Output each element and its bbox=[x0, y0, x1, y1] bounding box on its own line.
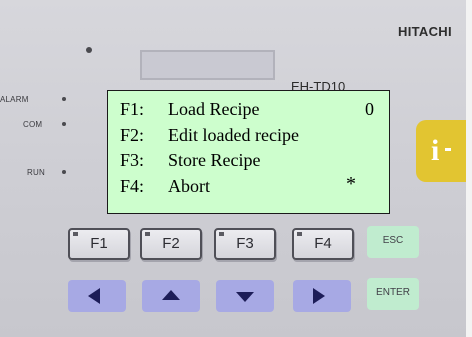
esc-button[interactable]: ESC bbox=[367, 226, 419, 258]
left-arrow-button[interactable] bbox=[68, 280, 126, 312]
f3-button[interactable]: F3 bbox=[214, 228, 276, 260]
info-led-icon bbox=[445, 148, 451, 151]
f4-button[interactable]: F4 bbox=[292, 228, 354, 260]
left-arrow-icon bbox=[88, 288, 100, 304]
esc-label: ESC bbox=[382, 235, 404, 246]
menu-key-label: F1: bbox=[120, 99, 145, 119]
menu-item-text: Load Recipe bbox=[168, 99, 260, 119]
menu-key-label: F4: bbox=[120, 176, 145, 196]
down-arrow-button[interactable] bbox=[216, 280, 274, 312]
menu-key-label: F3: bbox=[120, 150, 145, 170]
f3-label: F3 bbox=[236, 235, 254, 252]
brand-logo: HITACHI bbox=[398, 24, 452, 39]
enter-button[interactable]: ENTER bbox=[367, 278, 419, 310]
cursor-mark: * bbox=[346, 173, 356, 195]
status-led-icon bbox=[86, 47, 92, 53]
info-icon: i bbox=[431, 134, 440, 167]
panel-edge bbox=[466, 0, 472, 337]
info-button[interactable]: i bbox=[416, 120, 466, 182]
right-arrow-icon bbox=[313, 288, 325, 304]
f1-label: F1 bbox=[90, 235, 108, 252]
run-led-icon bbox=[62, 170, 66, 174]
f4-label: F4 bbox=[314, 235, 332, 252]
menu-key-label: F2: bbox=[120, 125, 145, 145]
f1-button[interactable]: F1 bbox=[68, 228, 130, 260]
operator-terminal: HITACHI EH-TD10 ALARM COM RUN F1: Load R… bbox=[0, 0, 472, 337]
lcd-screen: F1: Load Recipe F2: Edit loaded recipe F… bbox=[107, 90, 390, 214]
secondary-display-window bbox=[140, 50, 275, 80]
run-indicator-label: RUN bbox=[27, 168, 45, 177]
down-arrow-icon bbox=[236, 292, 254, 302]
menu-item-text: Store Recipe bbox=[168, 150, 261, 170]
menu-item-text: Abort bbox=[168, 176, 210, 196]
alarm-indicator-label: ALARM bbox=[0, 95, 29, 104]
f2-label: F2 bbox=[162, 235, 180, 252]
com-led-icon bbox=[62, 122, 66, 126]
menu-item-text: Edit loaded recipe bbox=[168, 125, 299, 145]
up-arrow-button[interactable] bbox=[142, 280, 200, 312]
enter-label: ENTER bbox=[376, 287, 410, 298]
f2-button[interactable]: F2 bbox=[140, 228, 202, 260]
alarm-led-icon bbox=[62, 97, 66, 101]
selected-number-readout: 0 bbox=[365, 99, 374, 119]
com-indicator-label: COM bbox=[23, 120, 43, 129]
up-arrow-icon bbox=[162, 290, 180, 300]
right-arrow-button[interactable] bbox=[293, 280, 351, 312]
